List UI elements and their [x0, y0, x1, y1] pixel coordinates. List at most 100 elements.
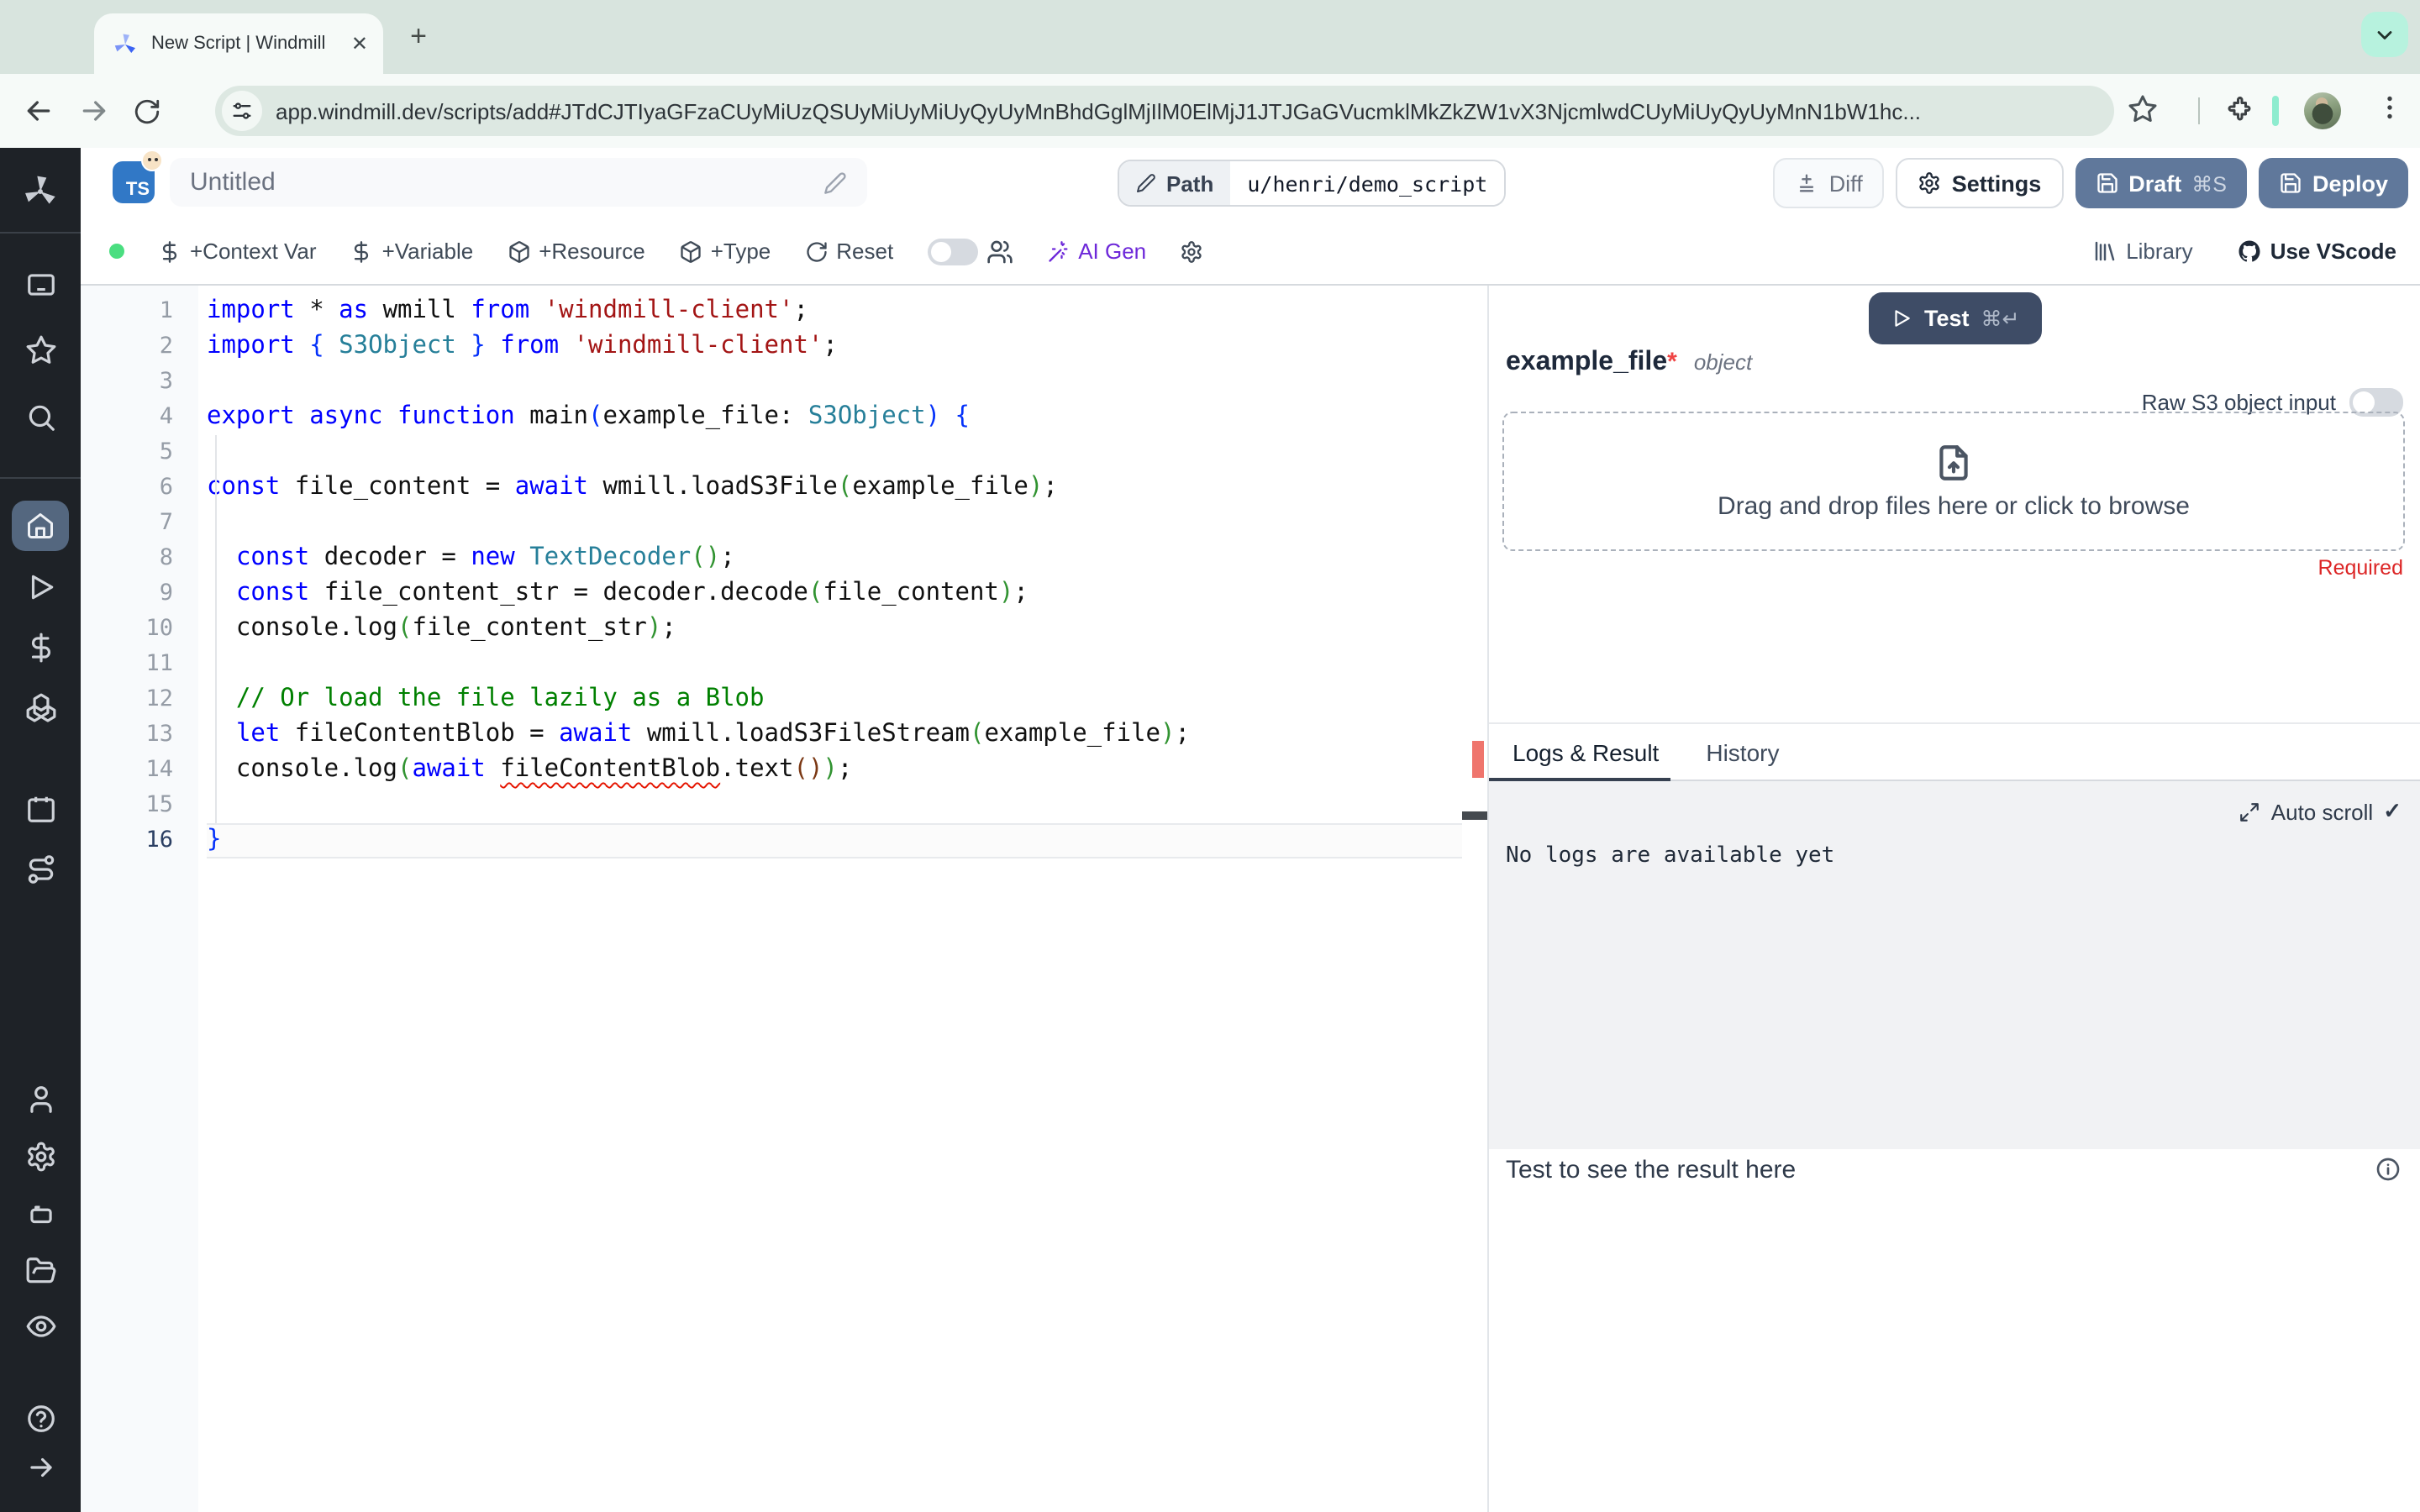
- sidebar-item-runs[interactable]: [0, 563, 81, 610]
- draft-button[interactable]: Draft ⌘S: [2075, 158, 2247, 208]
- multiplayer-toggle[interactable]: [927, 238, 1013, 265]
- profile-avatar[interactable]: [2304, 92, 2341, 129]
- code-line[interactable]: console.log(file_content_str);: [207, 612, 1462, 647]
- argument-type: object: [1693, 349, 1753, 375]
- path-button[interactable]: Path u/henri/demo_script: [1118, 160, 1507, 207]
- save-icon: [2095, 171, 2118, 195]
- sidebar-item-schedules[interactable]: [0, 785, 81, 832]
- reset-button[interactable]: Reset: [804, 239, 893, 264]
- sidebar-item-resources[interactable]: [0, 684, 81, 731]
- error-marker: [1472, 741, 1484, 778]
- argument-name: example_file: [1506, 348, 1668, 376]
- line-number: 3: [159, 368, 173, 395]
- diff-label: Diff: [1828, 171, 1863, 196]
- line-number: 2: [159, 333, 173, 360]
- code-line[interactable]: // Or load the file lazily as a Blob: [207, 682, 1462, 717]
- editor-code[interactable]: import * as wmill from 'windmill-client'…: [198, 286, 1462, 1512]
- code-line[interactable]: [207, 506, 1462, 541]
- extensions-icon[interactable]: [2222, 94, 2252, 124]
- library-button[interactable]: Library: [2092, 239, 2193, 264]
- wand-icon: [1046, 239, 1070, 263]
- tab-search-button[interactable]: [2361, 12, 2408, 57]
- sidebar-item-help[interactable]: [0, 1394, 81, 1441]
- windmill-favicon: [114, 33, 136, 52]
- browser-menu-icon[interactable]: [2375, 92, 2405, 123]
- overview-ruler[interactable]: [1462, 286, 1487, 1512]
- settings-button[interactable]: Settings: [1896, 158, 2064, 208]
- script-title-input[interactable]: Untitled: [170, 158, 867, 207]
- diff-button[interactable]: Diff: [1773, 158, 1885, 208]
- add-type-button[interactable]: +Type: [679, 239, 771, 264]
- code-line[interactable]: }: [207, 823, 1462, 858]
- sidebar-item-search[interactable]: [0, 393, 81, 440]
- no-logs-message: No logs are available yet: [1506, 843, 1835, 869]
- edit-title-icon[interactable]: [823, 171, 847, 194]
- line-number: 16: [145, 827, 173, 853]
- file-dropzone[interactable]: Drag and drop files here or click to bro…: [1502, 412, 2405, 551]
- sidebar-item-apps[interactable]: [0, 260, 81, 307]
- app-sidebar: [0, 148, 81, 1512]
- line-number: 5: [159, 438, 173, 465]
- autoscroll-control[interactable]: Auto scroll ✓: [2239, 798, 2402, 825]
- ai-gen-button[interactable]: AI Gen: [1046, 239, 1146, 264]
- forward-icon[interactable]: [77, 94, 111, 128]
- toggle-off[interactable]: [927, 238, 978, 265]
- back-icon[interactable]: [22, 94, 55, 128]
- code-line[interactable]: let fileContentBlob = await wmill.loadS3…: [207, 717, 1462, 753]
- add-resource-button[interactable]: +Resource: [507, 239, 645, 264]
- code-line[interactable]: [207, 788, 1462, 823]
- site-info-icon[interactable]: [222, 91, 262, 131]
- sidebar-item-folders[interactable]: [0, 1247, 81, 1294]
- line-number: 9: [159, 580, 173, 606]
- test-button[interactable]: Test ⌘↵: [1869, 292, 2042, 344]
- code-editor[interactable]: 1 2 3 4 5 6 7 8 9 10 11 12 13 14 15 16 import * as wmil…: [81, 286, 1487, 1512]
- check-icon[interactable]: ✓: [2383, 798, 2402, 825]
- code-line[interactable]: import * as wmill from 'windmill-client'…: [207, 294, 1462, 329]
- sidebar-item-audit[interactable]: [0, 1302, 81, 1349]
- test-shortcut: ⌘↵: [1981, 307, 2020, 331]
- lsp-status-dot: [109, 244, 124, 259]
- sidebar-divider: [0, 477, 81, 479]
- code-line[interactable]: [207, 365, 1462, 400]
- sidebar-item-favorites[interactable]: [0, 326, 81, 373]
- sidebar-item-variables[interactable]: [0, 623, 81, 670]
- play-icon: [1891, 307, 1912, 329]
- tab-close-icon[interactable]: ✕: [351, 34, 368, 54]
- sidebar-item-flows[interactable]: [0, 845, 81, 892]
- sidebar-item-settings[interactable]: [0, 1132, 81, 1179]
- tab-history[interactable]: History: [1682, 738, 1802, 765]
- add-context-var-button[interactable]: +Context Var: [158, 239, 317, 264]
- bookmark-star-icon[interactable]: [2128, 94, 2158, 124]
- sidebar-expand-button[interactable]: [0, 1443, 81, 1490]
- browser-tab[interactable]: New Script | Windmill ✕: [94, 13, 383, 74]
- add-variable-button[interactable]: +Variable: [350, 239, 473, 264]
- code-line[interactable]: const file_content = await wmill.loadS3F…: [207, 470, 1462, 506]
- expand-icon[interactable]: [2239, 801, 2261, 822]
- line-number: 12: [145, 685, 173, 712]
- info-icon[interactable]: [2375, 1156, 2402, 1183]
- code-line[interactable]: import { S3Object } from 'windmill-clien…: [207, 329, 1462, 365]
- pencil-icon: [1136, 173, 1156, 193]
- editor-settings-button[interactable]: [1180, 239, 1203, 263]
- deploy-button[interactable]: Deploy: [2258, 158, 2408, 208]
- line-number: 4: [159, 403, 173, 430]
- code-line[interactable]: [207, 647, 1462, 682]
- windmill-logo[interactable]: [0, 168, 81, 215]
- code-line[interactable]: [207, 435, 1462, 470]
- code-line[interactable]: export async function main(example_file:…: [207, 400, 1462, 435]
- editor-gutter: 1 2 3 4 5 6 7 8 9 10 11 12 13 14 15 16: [81, 286, 198, 1512]
- path-label: Path: [1166, 171, 1214, 196]
- code-line[interactable]: const decoder = new TextDecoder();: [207, 541, 1462, 576]
- sidebar-item-home[interactable]: [12, 501, 69, 551]
- line-number: 7: [159, 509, 173, 536]
- new-tab-button[interactable]: +: [403, 22, 434, 52]
- use-vscode-button[interactable]: Use VScode: [2237, 239, 2396, 264]
- reload-icon[interactable]: [133, 97, 161, 125]
- code-line[interactable]: console.log(await fileContentBlob.text()…: [207, 753, 1462, 788]
- tab-logs-result[interactable]: Logs & Result: [1489, 738, 1682, 765]
- sidebar-item-user[interactable]: [0, 1075, 81, 1122]
- sidebar-item-workers[interactable]: [0, 1189, 81, 1236]
- address-bar[interactable]: app.windmill.dev/scripts/add#JTdCJTIyaGF…: [215, 86, 2114, 136]
- line-number: 11: [145, 650, 173, 677]
- code-line[interactable]: const file_content_str = decoder.decode(…: [207, 576, 1462, 612]
